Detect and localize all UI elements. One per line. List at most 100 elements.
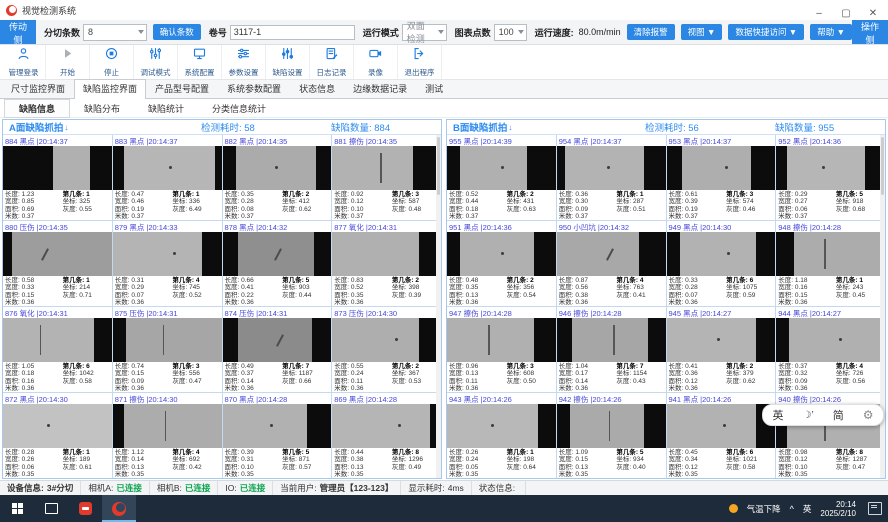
defect-card[interactable]: 952 黑点 |20:14:36长度: 0.29宽度: 0.27面积: 0.06…: [776, 135, 885, 220]
defect-card[interactable]: 877 氧化 |20:14:31长度: 0.83宽度: 0.52面积: 0.35…: [332, 221, 441, 306]
sub-tab-2[interactable]: 缺陷统计: [134, 100, 198, 117]
defect-card[interactable]: 879 黑点 |20:14:33长度: 0.31宽度: 0.29面积: 0.07…: [113, 221, 222, 306]
scrollbar[interactable]: [436, 135, 441, 478]
defect-card[interactable]: 954 黑点 |20:14:37长度: 0.36宽度: 0.30面积: 0.09…: [557, 135, 666, 220]
panel-title[interactable]: B面缺陷抓拍: [453, 120, 507, 134]
coord-row: 坐标: 214: [63, 284, 110, 291]
defect-card[interactable]: 947 擦伤 |20:14:28长度: 0.96宽度: 0.13面积: 0.11…: [447, 307, 556, 392]
defect-card[interactable]: 949 黑点 |20:14:30长度: 0.33宽度: 0.28面积: 0.07…: [667, 221, 776, 306]
defect-card[interactable]: 872 黑点 |20:14:30长度: 0.28宽度: 0.26面积: 0.06…: [3, 393, 112, 478]
main-tab-3[interactable]: 系统参数配置: [218, 79, 290, 98]
ime-english-indicator[interactable]: 英: [773, 407, 784, 423]
main-tab-1[interactable]: 缺陷监控界面: [74, 79, 146, 99]
toolbar-button-log[interactable]: 日志记录: [310, 45, 354, 79]
defect-card[interactable]: 871 擦伤 |20:14:30长度: 1.12宽度: 0.14面积: 0.13…: [113, 393, 222, 478]
gray-row: 灰度: 0.42: [172, 464, 219, 471]
defect-card[interactable]: 946 擦伤 |20:14:28长度: 1.04宽度: 0.17面积: 0.14…: [557, 307, 666, 392]
defect-card[interactable]: 950 小凹坑 |20:14:32长度: 0.87宽度: 0.56面积: 0.3…: [557, 221, 666, 306]
main-tab-0[interactable]: 尺寸监控界面: [2, 79, 74, 98]
start-button[interactable]: [0, 495, 34, 522]
toolbar-button-play[interactable]: 开始: [46, 45, 90, 79]
image-edge-band: [538, 404, 555, 448]
confirm-count-button[interactable]: 确认条数: [153, 24, 201, 40]
clear-alarm-button[interactable]: 清除报警: [627, 24, 675, 40]
defect-card[interactable]: 883 黑点 |20:14:37长度: 0.47宽度: 0.46面积: 0.19…: [113, 135, 222, 220]
scrollbar-thumb[interactable]: [881, 137, 884, 195]
defect-card[interactable]: 941 黑点 |20:14:26长度: 0.45宽度: 0.34面积: 0.12…: [667, 393, 776, 478]
sub-tab-3[interactable]: 分类信息统计: [198, 100, 280, 117]
run-mode-select[interactable]: 双面检测: [402, 24, 447, 41]
image-edge-band: [644, 146, 666, 190]
defect-card[interactable]: 870 黑点 |20:14:28长度: 0.39宽度: 0.31面积: 0.10…: [223, 393, 332, 478]
ime-simplified-indicator[interactable]: 简: [833, 407, 844, 423]
operate-side-button[interactable]: 操作侧: [852, 20, 888, 44]
ime-toolbar[interactable]: 英 ☽’ 简 ⚙: [762, 404, 884, 426]
notification-icon[interactable]: [868, 502, 882, 515]
defect-card[interactable]: 884 黑点 |20:14:37长度: 1.23宽度: 0.85面积: 0.69…: [3, 135, 112, 220]
toolbar-button-stop[interactable]: 停止: [90, 45, 134, 79]
help-menu-button[interactable]: 帮助 ▼: [810, 24, 852, 40]
panel-title[interactable]: A面缺陷抓拍: [9, 120, 63, 134]
info-left-col: 长度: 0.28宽度: 0.26面积: 0.06米数: 0.35: [5, 449, 63, 477]
defect-card[interactable]: 881 擦伤 |20:14:35长度: 0.92宽度: 0.12面积: 0.10…: [332, 135, 441, 220]
close-button[interactable]: ✕: [866, 8, 880, 20]
defect-card-header: 875 压伤 |20:14:31: [113, 307, 222, 318]
toolbar-button-user[interactable]: 管理登录: [2, 45, 46, 79]
defect-card[interactable]: 945 黑点 |20:14:27长度: 0.41宽度: 0.36面积: 0.12…: [667, 307, 776, 392]
defect-card[interactable]: 874 压伤 |20:14:31长度: 0.49宽度: 0.37面积: 0.14…: [223, 307, 332, 392]
tray-lang-indicator[interactable]: 英: [803, 503, 812, 515]
toolbar-button-camera[interactable]: 录像: [354, 45, 398, 79]
taskview-button[interactable]: [34, 495, 68, 522]
scrollbar-thumb[interactable]: [437, 137, 440, 195]
moon-icon[interactable]: ☽’: [803, 410, 814, 421]
defect-card[interactable]: 953 黑点 |20:14:37长度: 0.61宽度: 0.39面积: 0.19…: [667, 135, 776, 220]
defect-card-header: 955 黑点 |20:14:39: [447, 135, 556, 146]
gear-icon[interactable]: ⚙: [863, 408, 874, 422]
toolbar-button-exit[interactable]: 退出程序: [398, 45, 442, 79]
sub-tab-1[interactable]: 缺陷分布: [70, 100, 134, 117]
main-tab-6[interactable]: 测试: [416, 79, 452, 98]
toolbar-button-monitor[interactable]: 系统配置: [178, 45, 222, 79]
defect-card[interactable]: 944 黑点 |20:14:27长度: 0.37宽度: 0.32面积: 0.09…: [776, 307, 885, 392]
defect-image: [447, 318, 556, 362]
toolbar-button-defect[interactable]: 缺陷设置: [266, 45, 310, 79]
main-tab-4[interactable]: 状态信息: [290, 79, 344, 98]
image-edge-band: [639, 232, 665, 276]
taskbar-app-icon[interactable]: [68, 495, 102, 522]
toolbar-button-debug[interactable]: 调试模式: [134, 45, 178, 79]
drive-side-button[interactable]: 传动侧: [0, 20, 36, 44]
main-tab-5[interactable]: 边缘数据记录: [344, 79, 416, 98]
defect-card[interactable]: 878 黑点 |20:14:32长度: 0.66宽度: 0.41面积: 0.22…: [223, 221, 332, 306]
gray-row: 灰度: 0.41: [616, 292, 663, 299]
chart-points-select[interactable]: 100: [494, 24, 527, 41]
sub-tab-0[interactable]: 缺陷信息: [4, 99, 70, 118]
defect-count: 缺陷数量: 955: [775, 120, 879, 134]
scrollbar[interactable]: [880, 135, 885, 478]
taskbar-clock[interactable]: 20:14 2025/2/10: [820, 500, 856, 518]
taskbar-active-app-icon[interactable]: [102, 495, 136, 522]
defect-card[interactable]: 948 擦伤 |20:14:28长度: 1.18宽度: 0.16面积: 0.15…: [776, 221, 885, 306]
toolbar-button-params[interactable]: 参数设置: [222, 45, 266, 79]
minimize-button[interactable]: –: [812, 8, 826, 20]
defect-card[interactable]: 876 氧化 |20:14:31长度: 1.05宽度: 0.18面积: 0.16…: [3, 307, 112, 392]
view-menu-button[interactable]: 视图 ▼: [681, 24, 723, 40]
defect-card[interactable]: 942 擦伤 |20:14:26长度: 1.09宽度: 0.15面积: 0.13…: [557, 393, 666, 478]
slit-count-select[interactable]: 8: [83, 24, 147, 41]
tray-expand-button[interactable]: ^: [790, 504, 794, 514]
weather-text[interactable]: 气温下降: [747, 503, 781, 515]
roll-number-input[interactable]: [230, 25, 355, 40]
defect-card[interactable]: 955 黑点 |20:14:39长度: 0.52宽度: 0.44面积: 0.18…: [447, 135, 556, 220]
defect-card[interactable]: 880 压伤 |20:14:35长度: 0.58宽度: 0.33面积: 0.15…: [3, 221, 112, 306]
defect-card[interactable]: 873 压伤 |20:14:30长度: 0.55宽度: 0.24面积: 0.11…: [332, 307, 441, 392]
defect-card[interactable]: 951 黑点 |20:14:36长度: 0.48宽度: 0.35面积: 0.13…: [447, 221, 556, 306]
info-row: 米数: 0.36: [559, 385, 617, 392]
defect-card[interactable]: 943 黑点 |20:14:26长度: 0.26宽度: 0.24面积: 0.05…: [447, 393, 556, 478]
info-row: 米数: 0.36: [5, 299, 63, 306]
defect-card[interactable]: 875 压伤 |20:14:31长度: 0.74宽度: 0.15面积: 0.09…: [113, 307, 222, 392]
defect-card[interactable]: 882 黑点 |20:14:35长度: 0.35宽度: 0.28面积: 0.08…: [223, 135, 332, 220]
maximize-button[interactable]: ▢: [839, 8, 853, 20]
data-access-menu-button[interactable]: 数据快捷访问 ▼: [728, 24, 804, 40]
defect-mark: [165, 411, 167, 442]
main-tab-2[interactable]: 产品型号配置: [146, 79, 218, 98]
defect-card[interactable]: 869 黑点 |20:14:28长度: 0.44宽度: 0.38面积: 0.13…: [332, 393, 441, 478]
